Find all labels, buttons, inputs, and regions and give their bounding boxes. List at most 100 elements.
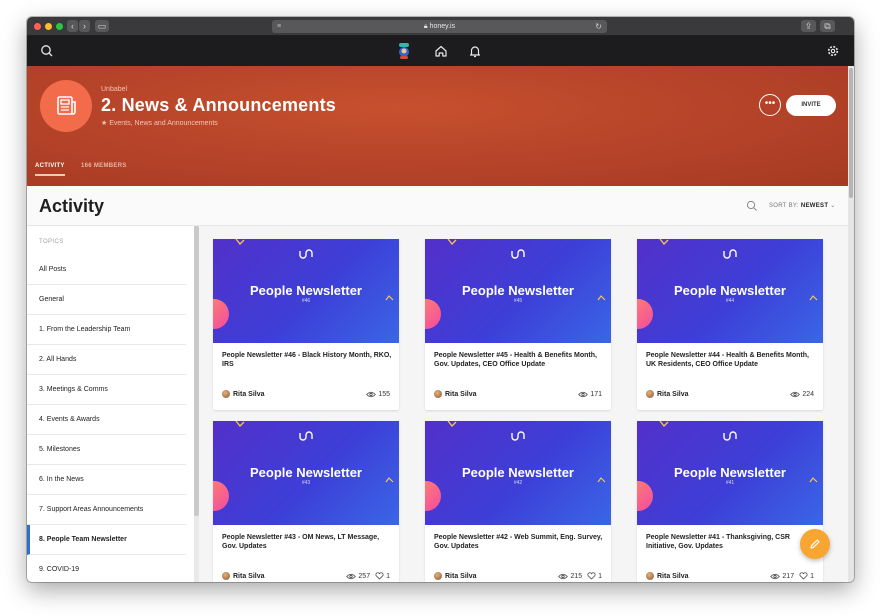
unbabel-logo-icon [299,249,313,259]
invite-button[interactable]: INVITE [786,95,836,116]
post-card[interactable]: People Newsletter #46 People Newsletter … [213,239,399,410]
heart-icon[interactable] [587,572,596,580]
post-title[interactable]: People Newsletter #46 - Black History Mo… [222,351,392,369]
eye-icon [578,391,589,397]
post-thumbnail[interactable]: People Newsletter #42 [425,421,611,525]
eye-icon [790,391,801,397]
decorative-squiggle [447,421,457,427]
post-stats: 217 1 [770,571,814,581]
sidebar-item-all-hands[interactable]: 2. All Hands [27,345,186,375]
view-count: 155 [378,390,390,398]
sort-value: NEWEST [800,203,829,209]
eye-icon [366,391,377,397]
sidebar-scrollbar-thumb[interactable] [194,226,199,516]
share-icon[interactable]: ⇪ [801,20,816,32]
post-card[interactable]: People Newsletter #43 People Newsletter … [213,421,399,582]
view-count: 257 [358,572,371,580]
author-name: Rita Silva [445,390,477,398]
reload-icon[interactable]: ↻ [595,20,602,33]
search-icon[interactable] [746,200,758,212]
sidebar-item-all-posts[interactable]: All Posts [27,255,186,285]
decorative-squiggle [597,295,606,301]
close-window-button[interactable] [34,23,41,30]
decorative-squiggle [447,239,457,245]
sidebar-item-people-team-newsletter[interactable]: 8. People Team Newsletter [27,525,186,555]
sidebar-item-support-areas[interactable]: 7. Support Areas Announcements [27,495,186,525]
page-scrollbar-thumb[interactable] [849,68,853,198]
thumbnail-title: People Newsletter [250,283,362,298]
post-card[interactable]: People Newsletter #41 People Newsletter … [637,421,823,582]
post-card[interactable]: People Newsletter #44 People Newsletter … [637,239,823,410]
post-title[interactable]: People Newsletter #42 - Web Summit, Eng.… [434,533,604,551]
unbabel-logo-icon [723,431,737,441]
sidebar-item-covid[interactable]: 9. COVID-19 [27,555,186,582]
post-thumbnail[interactable]: People Newsletter #41 [637,421,823,525]
url-value: honey.is [429,23,456,30]
new-post-button[interactable] [800,529,830,559]
sidebar-item-events[interactable]: 4. Events & Awards [27,405,186,435]
sidebar-item-milestones[interactable]: 5. Milestones [27,435,186,465]
heart-icon[interactable] [799,572,808,580]
avatar[interactable] [397,42,411,60]
post-card[interactable]: People Newsletter #45 People Newsletter … [425,239,611,410]
tab-members[interactable]: 166 MEMBERS [81,163,127,169]
address-bar[interactable]: ≡ 🔒︎ honey.is ↻ [272,20,607,33]
avatar [646,572,654,580]
browser-toolbar: ‹ › ▭ ≡ 🔒︎ honey.is ↻ ⇪ ⧉ [27,17,854,36]
post-title[interactable]: People Newsletter #41 - Thanksgiving, CS… [646,533,816,551]
organization-name[interactable]: Unbabel [101,86,127,93]
pencil-icon [810,539,820,549]
sort-dropdown[interactable]: SORT BY: NEWEST ⌄ [769,202,836,209]
view-count: 217 [782,572,795,580]
back-button[interactable]: ‹ [67,20,78,32]
like-count: 1 [810,572,814,580]
decorative-squiggle [385,295,394,301]
sidebar-scrollbar[interactable] [194,226,199,582]
post-author[interactable]: Rita Silva [434,389,477,399]
forward-button[interactable]: › [79,20,90,32]
post-title[interactable]: People Newsletter #43 - OM News, LT Mess… [222,533,392,551]
post-thumbnail[interactable]: People Newsletter #46 [213,239,399,343]
like-count: 1 [386,572,390,580]
post-thumbnail[interactable]: People Newsletter #44 [637,239,823,343]
post-card[interactable]: People Newsletter #42 People Newsletter … [425,421,611,582]
decorative-squiggle [659,421,669,427]
post-author[interactable]: Rita Silva [646,389,689,399]
sidebar-item-general[interactable]: General [27,285,186,315]
unbabel-logo-icon [723,249,737,259]
settings-icon[interactable] [825,43,841,59]
post-thumbnail[interactable]: People Newsletter #43 [213,421,399,525]
post-title[interactable]: People Newsletter #45 - Health & Benefit… [434,351,604,369]
topics-label: TOPICS [39,239,64,245]
post-author[interactable]: Rita Silva [222,389,265,399]
post-thumbnail[interactable]: People Newsletter #45 [425,239,611,343]
home-icon[interactable] [433,43,449,59]
lock-icon: 🔒︎ [423,23,428,30]
decorative-squiggle [809,477,818,483]
search-icon[interactable] [39,43,55,59]
eye-icon [558,573,569,579]
decorative-squiggle [597,477,606,483]
decorative-squiggle [659,239,669,245]
post-title[interactable]: People Newsletter #44 - Health & Benefit… [646,351,816,369]
page-scrollbar[interactable] [848,66,854,582]
zoom-window-button[interactable] [56,23,63,30]
bell-icon[interactable] [467,43,483,59]
unbabel-logo-icon [511,431,525,441]
sidebar-item-leadership[interactable]: 1. From the Leadership Team [27,315,186,345]
tab-activity[interactable]: ACTIVITY [35,163,65,176]
minimize-window-button[interactable] [45,23,52,30]
sidebar-item-in-the-news[interactable]: 6. In the News [27,465,186,495]
author-name: Rita Silva [657,572,689,580]
thumbnail-title: People Newsletter [674,283,786,298]
post-author[interactable]: Rita Silva [222,571,265,581]
avatar [434,572,442,580]
post-author[interactable]: Rita Silva [646,571,689,581]
sidebar-toggle-icon[interactable]: ▭ [95,20,109,32]
post-author[interactable]: Rita Silva [434,571,477,581]
thumbnail-number: #44 [725,298,735,304]
heart-icon[interactable] [375,572,384,580]
tabs-icon[interactable]: ⧉ [820,20,835,32]
more-options-button[interactable]: ••• [759,94,781,116]
sidebar-item-meetings[interactable]: 3. Meetings & Comms [27,375,186,405]
